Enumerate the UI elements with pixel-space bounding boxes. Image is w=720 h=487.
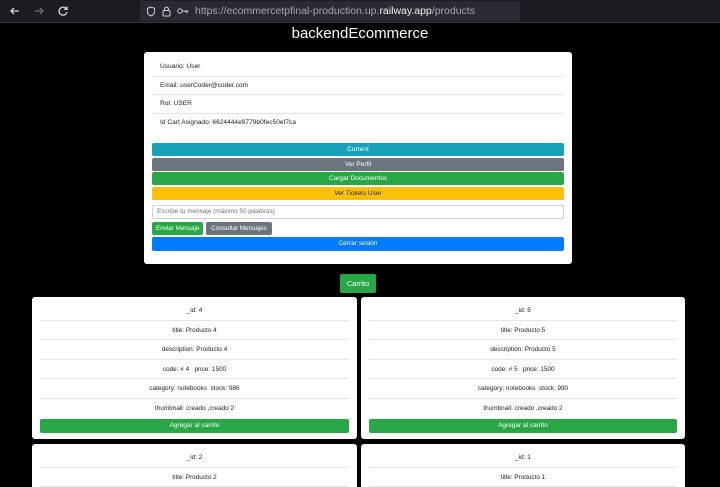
product-card: _id: 4 title: Producto 4 description: Pr… [32,297,357,439]
cargar-documentos-button[interactable]: Cargar Documentos [152,172,564,185]
product-thumbnail: thumbnail: creado ,creado 2 [483,404,563,412]
product-card: _id: 1 title: Producto 1 [361,444,685,487]
user-info-card: Usuario: User Email: userCoder@coder.com… [144,52,572,264]
ver-tickets-button[interactable]: Ver Tickets User [152,186,564,200]
message-actions: Enviar Mensaje Consultar Mensajes [152,221,564,235]
product-description: description: Producto 5 [369,340,677,360]
back-icon[interactable] [6,2,24,20]
product-title: title: Producto 4 [40,321,349,341]
user-name: Usuario: User [152,58,564,77]
message-input[interactable] [152,204,564,219]
current-button[interactable]: Current [152,143,564,156]
address-bar[interactable]: https://ecommercetpfinal-production.up.r… [140,1,520,21]
product-card: _id: 2 title: Producto 2 [32,444,357,487]
shield-icon[interactable] [146,5,156,17]
user-role: Rol: USER [152,95,564,114]
user-cart-id: Id Cart Asignado: 6624444e9779b0fec50ef7… [160,118,297,126]
product-id: _id: 4 [40,301,349,321]
product-id: _id: 5 [369,301,677,321]
product-code-price: code: # 4 price: 1500 [40,360,349,380]
forward-icon[interactable] [30,2,48,20]
product-description: description: Producto 4 [40,340,349,360]
product-card: _id: 5 title: Producto 5 description: Pr… [361,297,685,439]
toolbar-divider [0,22,720,23]
product-thumbnail: thumbnail: creado ,creado 2 [154,404,235,412]
browser-toolbar: https://ecommercetpfinal-production.up.r… [0,0,720,22]
product-id: _id: 1 [369,448,677,468]
add-to-cart-button[interactable]: Agregar al carrito [369,418,677,433]
carrito-button[interactable]: Carrito [340,274,376,293]
product-title: title: Producto 2 [40,468,349,487]
enviar-mensaje-button[interactable]: Enviar Mensaje [152,221,203,235]
user-email: Email: userCoder@coder.com [152,77,564,95]
product-code-price: code: # 5 price: 1500 [369,360,677,380]
url-text: https://ecommercetpfinal-production.up.r… [195,5,475,17]
consultar-mensajes-button[interactable]: Consultar Mensajes [206,221,272,235]
product-id: _id: 2 [40,448,349,468]
product-title: title: Producto 1 [369,468,677,487]
product-category-stock: category: notebooks stock: 990 [369,379,677,399]
logout-button[interactable]: Cerrar sesión [152,236,564,251]
product-category-stock: category: notebooks stock: 986 [40,379,349,399]
product-title: title: Producto 5 [369,321,677,341]
add-to-cart-button[interactable]: Agregar al carrito [40,418,349,433]
reload-icon[interactable] [54,2,72,20]
lock-icon[interactable] [162,6,171,17]
ver-perfil-button[interactable]: Ver Perfil [152,157,564,171]
key-icon[interactable] [177,7,189,15]
page-title: backendEcommerce [291,25,429,42]
